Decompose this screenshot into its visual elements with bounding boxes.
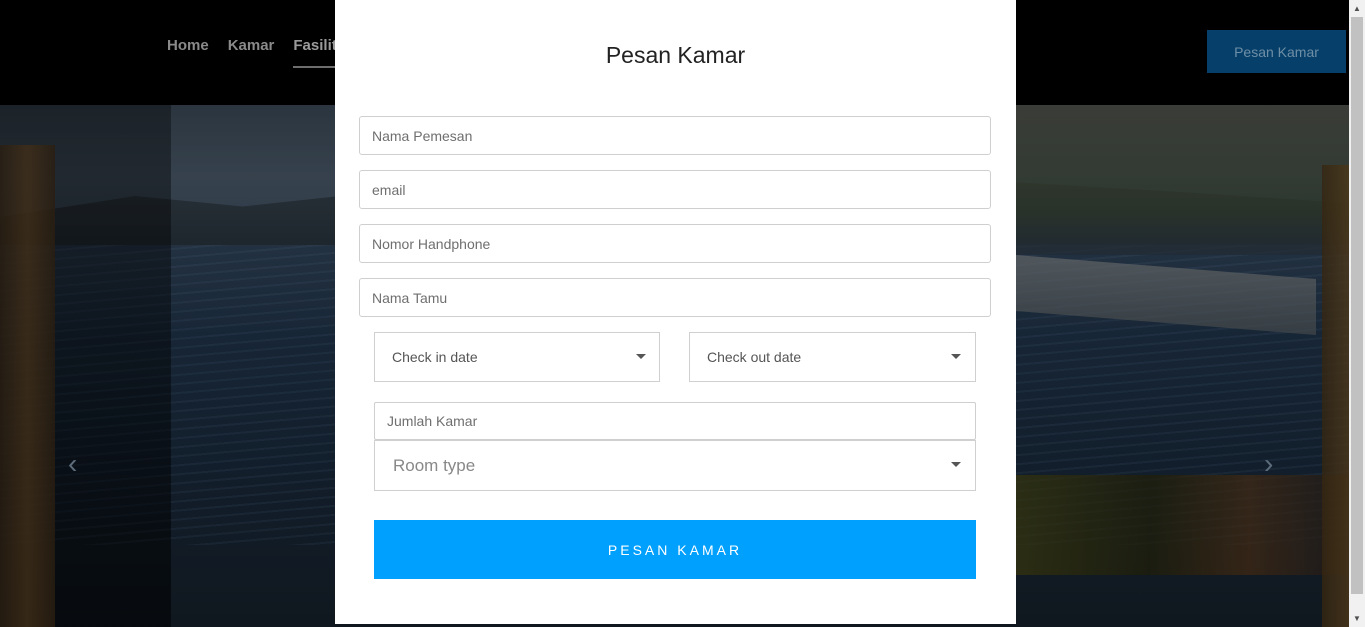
scroll-up-icon[interactable]: ▲	[1349, 0, 1365, 17]
carousel-next-icon[interactable]: ›	[1264, 450, 1273, 478]
booking-modal: Pesan Kamar Check in date Check out date…	[335, 0, 1016, 624]
chevron-down-icon	[951, 354, 961, 359]
page-scrollbar[interactable]: ▲ ▼	[1349, 0, 1365, 627]
check-out-label: Check out date	[707, 349, 802, 365]
nav-link-fasilitas[interactable]: Fasilit	[293, 37, 337, 68]
nav-links: Home Kamar Fasilit	[167, 37, 337, 68]
chevron-down-icon	[636, 354, 646, 359]
room-type-label: Room type	[393, 455, 476, 475]
nama-pemesan-input[interactable]	[359, 116, 991, 155]
email-input[interactable]	[359, 170, 991, 209]
room-type-select[interactable]: Room type	[374, 440, 976, 491]
nav-link-kamar[interactable]: Kamar	[228, 37, 275, 68]
nav-book-button[interactable]: Pesan Kamar	[1207, 30, 1346, 73]
nama-tamu-input[interactable]	[359, 278, 991, 317]
pesan-kamar-button[interactable]: PESAN KAMAR	[374, 520, 976, 579]
nomor-handphone-input[interactable]	[359, 224, 991, 263]
scroll-down-icon[interactable]: ▼	[1349, 610, 1365, 627]
check-in-label: Check in date	[392, 349, 478, 365]
carousel-prev-icon[interactable]: ‹	[68, 450, 77, 478]
scroll-thumb[interactable]	[1351, 17, 1363, 594]
nav-link-home[interactable]: Home	[167, 37, 209, 68]
check-out-select[interactable]: Check out date	[689, 332, 976, 382]
chevron-down-icon	[951, 462, 961, 467]
modal-title: Pesan Kamar	[605, 42, 746, 68]
jumlah-kamar-input[interactable]	[374, 402, 976, 440]
check-in-select[interactable]: Check in date	[374, 332, 660, 382]
